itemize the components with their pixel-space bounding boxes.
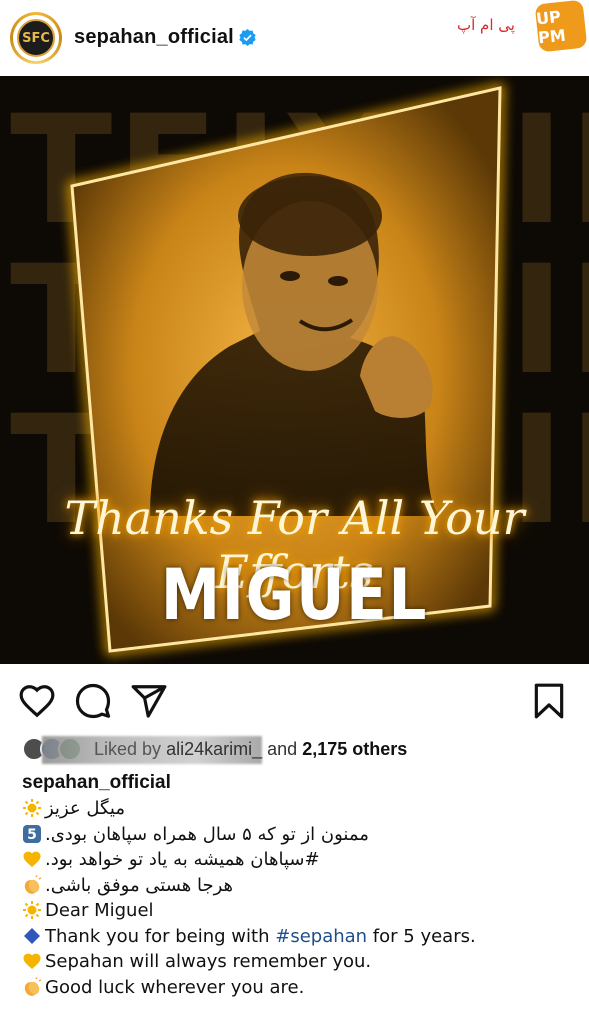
clapping-hands-icon xyxy=(24,976,42,996)
hashtag-link[interactable]: #sepahan xyxy=(275,926,367,947)
likes-and-label: and xyxy=(267,739,298,759)
sun-icon xyxy=(23,799,41,817)
caption-text: هرجا هستی موفق باشی. xyxy=(45,874,234,896)
liked-by-label: Liked by xyxy=(94,739,162,759)
caption-line: میگل عزیز xyxy=(22,796,582,822)
caption-line: 5 ممنون از تو که ۵ سال همراه سپاهان بودی. xyxy=(22,822,582,848)
likes-count[interactable]: 2,175 others xyxy=(302,739,407,759)
caption-username[interactable]: sepahan_official xyxy=(22,772,582,796)
svg-text:5: 5 xyxy=(27,827,37,843)
watermark-badge: UP PM xyxy=(534,0,588,53)
action-bar xyxy=(0,676,589,726)
avatar-ring-inner: SFC xyxy=(13,15,59,61)
yellow-heart-icon xyxy=(23,953,41,969)
caption-line: #سپاهان همیشه به یاد تو خواهد بود. xyxy=(22,847,582,873)
caption-line: Dear Miguel xyxy=(22,898,582,924)
post-header: SFC sepahan_official پی ام آپ UP PM xyxy=(0,0,589,76)
likes-text: Liked by ali24karimi_ and 2,175 others xyxy=(94,739,407,760)
caption-text: Sepahan will always remember you. xyxy=(45,951,372,972)
yellow-heart-icon xyxy=(23,851,41,867)
heart-icon[interactable] xyxy=(18,682,56,720)
caption-text: Dear Miguel xyxy=(45,900,154,921)
bookmark-icon[interactable] xyxy=(530,682,568,720)
watermark-logo: پی ام آپ UP PM xyxy=(457,0,588,53)
caption-line: Good luck wherever you are. xyxy=(22,975,582,1001)
caption-text: for 5 years. xyxy=(367,925,476,947)
liker-username[interactable]: ali24karimi_ xyxy=(166,739,262,759)
caption-text: ممنون از تو که ۵ سال همراه سپاهان بودی. xyxy=(45,823,369,845)
club-logo: SFC xyxy=(17,19,55,57)
header-username[interactable]: sepahan_official xyxy=(74,26,234,49)
profile-avatar[interactable]: SFC xyxy=(10,12,62,64)
caption-line: هرجا هستی موفق باشی. xyxy=(22,873,582,899)
post-image[interactable]: TEIXEIRA TEIXEIRA TEIXEIRA Thanks For Al… xyxy=(0,76,589,664)
blue-diamond-icon xyxy=(24,927,40,944)
caption-line: Sepahan will always remember you. xyxy=(22,949,582,975)
sun-icon xyxy=(23,901,41,919)
caption-line: Thank you for being with #sepahan for 5 … xyxy=(22,924,582,950)
poster-name: MIGUEL xyxy=(160,554,429,636)
verified-badge-icon xyxy=(239,29,256,46)
post-caption: sepahan_official میگل عزیز 5 ممنون از تو … xyxy=(22,772,582,1000)
likes-row[interactable]: Liked by ali24karimi_ and 2,175 others xyxy=(22,736,582,764)
caption-text: Good luck wherever you are. xyxy=(45,976,305,998)
caption-text: میگل عزیز xyxy=(45,798,125,819)
caption-text: #سپاهان همیشه به یاد تو خواهد بود. xyxy=(45,849,320,870)
keycap-five-icon: 5 xyxy=(23,824,41,843)
caption-text: Thank you for being with xyxy=(45,925,276,947)
comment-icon[interactable] xyxy=(74,682,112,720)
clapping-hands-icon xyxy=(24,874,42,894)
watermark-text: پی ام آپ xyxy=(457,16,515,34)
share-icon[interactable] xyxy=(130,682,168,720)
